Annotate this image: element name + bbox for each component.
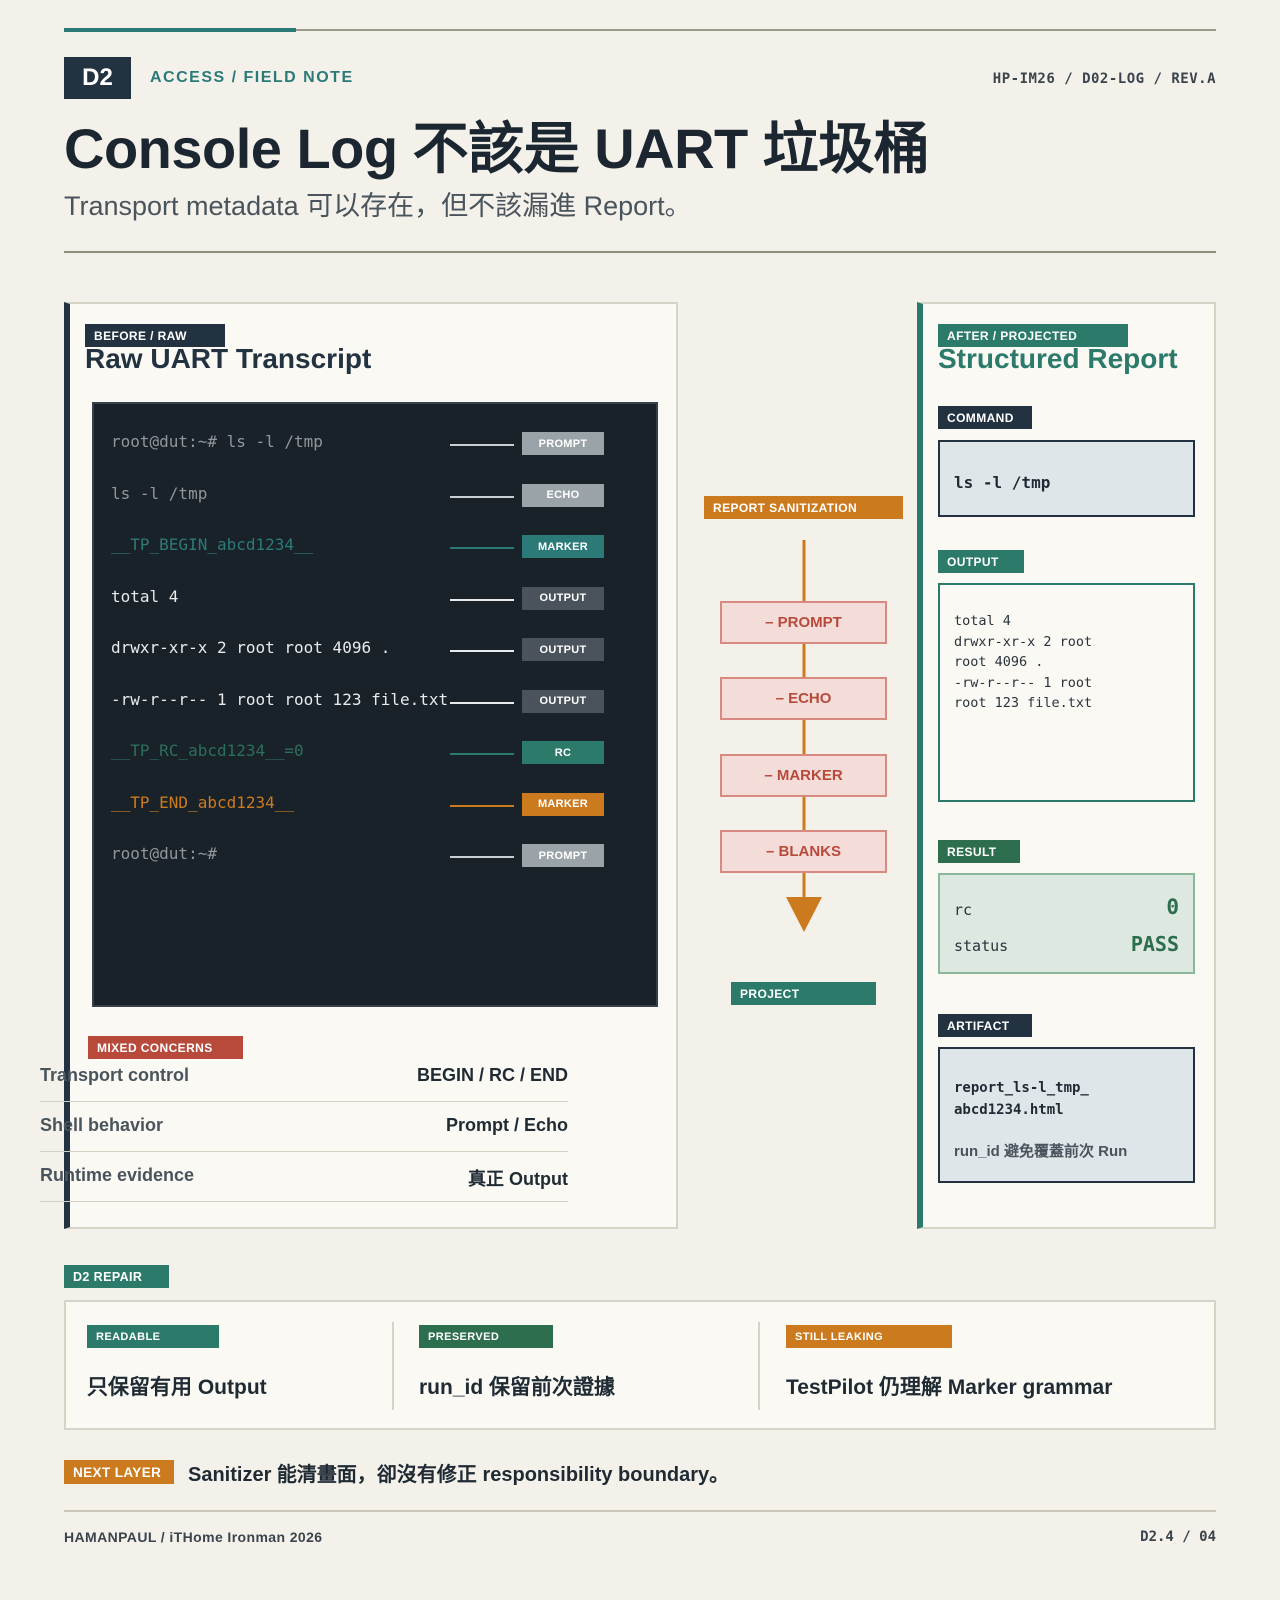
rc-label: rc — [954, 901, 973, 919]
section-label: ACCESS / FIELD NOTE — [150, 69, 354, 86]
after-panel: AFTER / PROJECTED Structured Report COMM… — [917, 302, 1216, 1229]
terminal-connector — [450, 444, 514, 446]
still-leaking-text: TestPilot 仍理解 Marker grammar — [786, 1376, 1113, 1399]
command-tag: COMMAND — [938, 406, 1032, 429]
terminal-connector — [450, 701, 514, 704]
strip-echo-step: – ECHO — [720, 677, 887, 720]
terminal-line: total 4 — [111, 586, 179, 606]
readable-text: 只保留有用 Output — [87, 1376, 267, 1399]
terminal-connector — [450, 753, 514, 755]
repair-panel: READABLE 只保留有用 Output PRESERVED run_id 保… — [64, 1300, 1216, 1430]
line-type-chip: OUTPUT — [522, 689, 604, 713]
result-tag: RESULT — [938, 840, 1020, 863]
sanitization-tag: REPORT SANITIZATION — [704, 496, 903, 519]
still-leaking-tag: STILL LEAKING — [786, 1325, 952, 1348]
output-line: total 4 — [954, 613, 1011, 629]
artifact-note: run_id 避免覆蓋前次 Run — [954, 1143, 1128, 1160]
header-rule — [64, 251, 1216, 253]
mixed-value: BEGIN / RC / END — [416, 1065, 568, 1085]
mixed-value: Prompt / Echo — [445, 1115, 568, 1135]
terminal-line: __TP_END_abcd1234__ — [111, 792, 295, 812]
strip-blanks-step: – BLANKS — [720, 830, 887, 873]
terminal-line: drwxr-xr-x 2 root root 4096 . — [111, 638, 391, 657]
terminal-line: __TP_RC_abcd1234__=0 — [111, 741, 304, 760]
terminal-line: __TP_BEGIN_abcd1234__ — [111, 535, 314, 554]
output-line: root 4096 . — [954, 654, 1044, 670]
terminal-connector — [450, 856, 514, 858]
line-type-chip: PROMPT — [522, 432, 604, 455]
mixed-row: Runtime evidence 真正 Output — [40, 1153, 568, 1202]
line-type-chip: OUTPUT — [522, 638, 604, 661]
terminal-line: root@dut:~# — [111, 844, 217, 863]
terminal-connector — [450, 598, 514, 601]
footer-page: D2.4 / 04 — [1140, 1529, 1216, 1545]
terminal-line: -rw-r--r-- 1 root root 123 file.txt — [111, 689, 449, 709]
terminal-line: ls -l /tmp — [111, 483, 208, 503]
readable-tag: READABLE — [87, 1325, 219, 1348]
terminal-connector — [450, 650, 514, 652]
result-box: rc 0 status PASS — [938, 873, 1195, 974]
next-layer-text: Sanitizer 能清畫面，卻沒有修正 responsibility boun… — [188, 1464, 730, 1486]
flow-arrow — [786, 540, 822, 932]
terminal-line: root@dut:~# ls -l /tmp — [111, 432, 323, 451]
chapter-badge: D2 — [64, 57, 131, 99]
artifact-filename-line: abcd1234.html — [954, 1102, 1064, 1118]
terminal-connector — [450, 547, 514, 549]
line-type-chip: ECHO — [522, 483, 604, 507]
terminal-connector — [450, 495, 514, 498]
repair-tag: D2 REPAIR — [64, 1265, 169, 1288]
repair-divider — [392, 1322, 394, 1410]
artifact-tag: ARTIFACT — [938, 1014, 1032, 1037]
strip-prompt-step: – PROMPT — [720, 601, 887, 644]
mixed-key: Shell behavior — [40, 1115, 164, 1135]
output-text: total 4 drwxr-xr-x 2 root root 4096 . -r… — [954, 611, 1092, 714]
preserved-tag: PRESERVED — [419, 1325, 553, 1348]
mixed-value: 真正 Output — [468, 1169, 568, 1189]
preserved-text: run_id 保留前次證據 — [419, 1376, 616, 1399]
output-line: drwxr-xr-x 2 root — [954, 633, 1093, 650]
repair-divider — [758, 1322, 760, 1410]
line-type-chip: OUTPUT — [522, 586, 604, 610]
strip-marker-step: – MARKER — [720, 754, 887, 797]
footer-credit: HAMANPAUL / iTHome Ironman 2026 — [64, 1529, 323, 1545]
top-rule-accent — [64, 28, 296, 32]
line-type-chip: MARKER — [522, 792, 604, 816]
after-title: Structured Report — [938, 343, 1178, 374]
rc-value: 0 — [1166, 895, 1179, 919]
page-subtitle: Transport metadata 可以存在，但不該漏進 Report。 — [64, 191, 692, 221]
mixed-row: Shell behavior Prompt / Echo — [40, 1103, 568, 1152]
status-label: status — [954, 937, 1009, 955]
before-title: Raw UART Transcript — [85, 343, 372, 374]
next-layer-tag: NEXT LAYER — [64, 1460, 174, 1484]
mixed-key: Runtime evidence — [40, 1165, 195, 1185]
artifact-filename-line: report_ls-l_tmp_ — [954, 1080, 1089, 1096]
output-line: -rw-r--r-- 1 root — [954, 674, 1093, 691]
artifact-box: report_ls-l_tmp_ abcd1234.html run_id 避免… — [938, 1047, 1195, 1183]
output-tag: OUTPUT — [938, 550, 1024, 573]
terminal-connector — [450, 804, 514, 807]
uart-terminal: root@dut:~# ls -l /tmp PROMPT ls -l /tmp EC… — [92, 402, 658, 1007]
mixed-key: Transport control — [40, 1065, 190, 1085]
command-box: ls -l /tmp — [938, 440, 1195, 517]
line-type-chip: RC — [522, 741, 604, 764]
command-text: ls -l /tmp — [954, 473, 1051, 492]
status-value: PASS — [1130, 932, 1179, 956]
project-tag: PROJECT — [731, 982, 876, 1005]
doc-id: HP-IM26 / D02-LOG / REV.A — [992, 71, 1216, 87]
mixed-row: Transport control BEGIN / RC / END — [40, 1053, 568, 1102]
page-title: Console Log 不該是 UART 垃圾桶 — [64, 117, 930, 180]
line-type-chip: PROMPT — [522, 844, 604, 867]
output-line: root 123 file.txt — [954, 695, 1093, 711]
artifact-filename: report_ls-l_tmp_ abcd1234.html — [954, 1077, 1089, 1121]
line-type-chip: MARKER — [522, 535, 604, 558]
footer-rule — [64, 1510, 1216, 1512]
output-box: total 4 drwxr-xr-x 2 root root 4096 . -r… — [938, 583, 1195, 802]
